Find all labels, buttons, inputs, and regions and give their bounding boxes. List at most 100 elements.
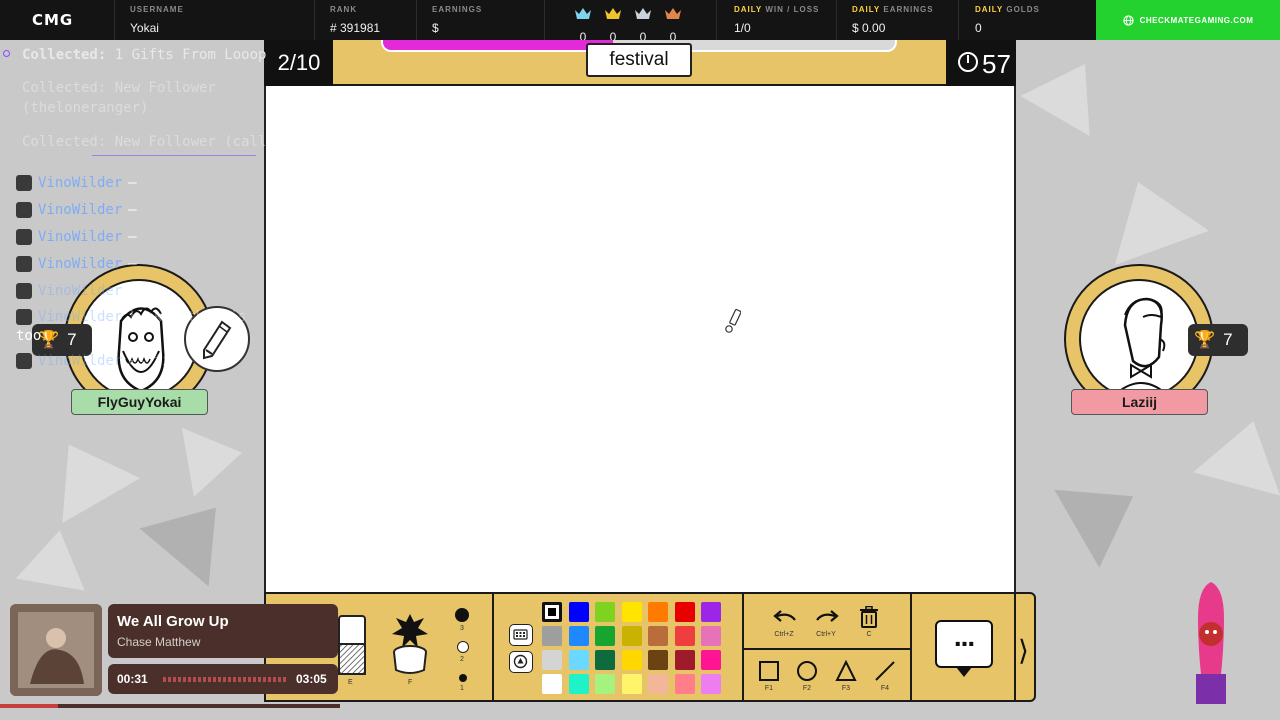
eraser-shortcut: E [348,679,353,686]
background-shape [15,524,95,591]
daily-win-loss-label: DAILY WIN / LOSS [734,5,820,14]
color-swatch[interactable] [621,602,642,622]
triangle-tool-icon[interactable] [835,660,857,682]
brush-cursor-icon [725,308,741,333]
brush-size-label: 1 [460,685,464,692]
circle-tool-icon[interactable] [796,660,818,682]
collected-alert-faded: Collected: New Follower (callan15) [22,134,309,150]
round-timer: 57 [946,40,1016,86]
background-shape [1091,165,1209,265]
eraser-icon[interactable] [338,614,366,676]
daily-earnings-stat: DAILY EARNINGS $ 0.00 [852,5,934,35]
daily-earnings-value: $ 0.00 [852,21,886,35]
chat-text: lol [128,283,154,299]
color-swatch[interactable] [648,602,668,622]
redo-shortcut: Ctrl+Y [816,631,836,638]
background-shape [1020,44,1120,136]
stream-chat-overlay: Collected: 1 Gifts From Looop Collected:… [0,42,350,392]
track-progress-underline [0,704,340,708]
color-swatch[interactable] [674,674,695,694]
timer-value: 57 [982,49,1011,79]
chat-message: VinoWilder — [16,228,137,246]
color-swatch[interactable] [674,650,695,670]
color-swatch[interactable] [648,674,668,694]
divider [958,0,959,40]
brush-size-label: 2 [460,656,464,663]
color-swatch[interactable] [648,626,668,646]
color-swatch[interactable] [701,626,721,646]
color-swatch[interactable] [595,626,615,646]
color-swatch[interactable] [568,674,589,694]
brush-size-small[interactable] [459,674,467,682]
color-swatch[interactable] [568,650,589,670]
chat-text: — [128,256,137,272]
toolbar-divider [742,648,910,650]
color-swatch[interactable] [701,650,721,670]
chat-divider [92,155,256,156]
chat-text: — [128,175,137,191]
cmg-logo[interactable]: CMG [32,11,73,29]
color-swatch[interactable] [621,650,642,670]
username-stat: USERNAME Yokai [130,5,184,35]
toolbar-divider [742,594,744,700]
chat-avatar [16,353,32,369]
clock-icon [958,52,978,72]
palette-mode-button[interactable] [509,624,533,646]
color-swatch[interactable] [595,650,615,670]
brush-size-large[interactable] [455,608,469,622]
collected-alert: Collected: 1 Gifts From Looop [22,47,267,63]
color-swatch[interactable] [674,626,695,646]
trash-icon[interactable] [859,606,879,628]
flyguyyokai-mascot-icon [1196,582,1226,704]
chat-avatar [16,256,32,272]
chat-avatar [16,175,32,191]
crown-stat-diamond: 0 [574,6,592,44]
color-swatch[interactable] [542,674,562,694]
fill-bucket-icon[interactable] [390,608,430,676]
track-info: We All Grow Up Chase Matthew [108,604,338,658]
chat-button[interactable]: ... [935,620,993,668]
chat-text: luck with this [128,309,247,325]
color-swatch[interactable] [674,602,695,622]
drawing-toolbar: E F 3 2 1 Ctrl+Z Ctrl+Y C F1 F2 F3 F4 ..… [264,592,1036,702]
crown-stat-silver: 0 [634,6,652,44]
color-swatch[interactable] [701,674,721,694]
undo-icon[interactable] [773,608,797,626]
line-tool-icon[interactable] [874,660,896,682]
chat-message: VinoWilder — [16,174,137,192]
rectangle-shortcut: F1 [764,685,774,692]
color-swatch[interactable] [568,626,589,646]
chat-bullet-icon [3,50,10,57]
color-swatch[interactable] [595,674,615,694]
chat-message: VinoWilder — [16,255,137,273]
chat-username: VinoWilder [38,256,123,272]
chat-avatar [16,283,32,299]
color-swatch[interactable] [701,602,721,622]
chat-text: — [128,202,137,218]
redo-icon[interactable] [815,608,839,626]
rectangle-tool-icon[interactable] [758,660,780,682]
background-shape [1054,457,1156,568]
top-stats-bar: CMG USERNAME Yokai RANK # 391981 EARNING… [0,0,1280,44]
color-swatch[interactable] [542,602,562,622]
track-progress: 00:31 03:05 [108,664,338,694]
now-playing-widget: We All Grow Up Chase Matthew 00:31 03:05 [10,604,340,704]
site-link[interactable]: CHECKMATEGAMING.COM [1096,0,1280,40]
custom-color-button[interactable] [509,651,533,673]
crown-icon [575,8,591,19]
drawing-canvas[interactable] [264,86,1016,592]
color-swatch[interactable] [595,602,615,622]
color-swatch[interactable] [621,674,642,694]
toolbar-divider [910,594,912,700]
color-swatch[interactable] [648,650,668,670]
round-progress-fill [383,40,614,50]
chat-username: VinoWilder [38,309,123,325]
brush-size-medium[interactable] [457,641,469,653]
collapse-toolbar-button[interactable]: ⟩ [1018,634,1029,667]
color-swatch[interactable] [621,626,642,646]
color-swatch[interactable] [542,626,562,646]
rank-value: # 391981 [330,21,381,35]
divider [544,0,545,40]
color-swatch[interactable] [568,602,589,622]
color-swatch[interactable] [542,650,562,670]
